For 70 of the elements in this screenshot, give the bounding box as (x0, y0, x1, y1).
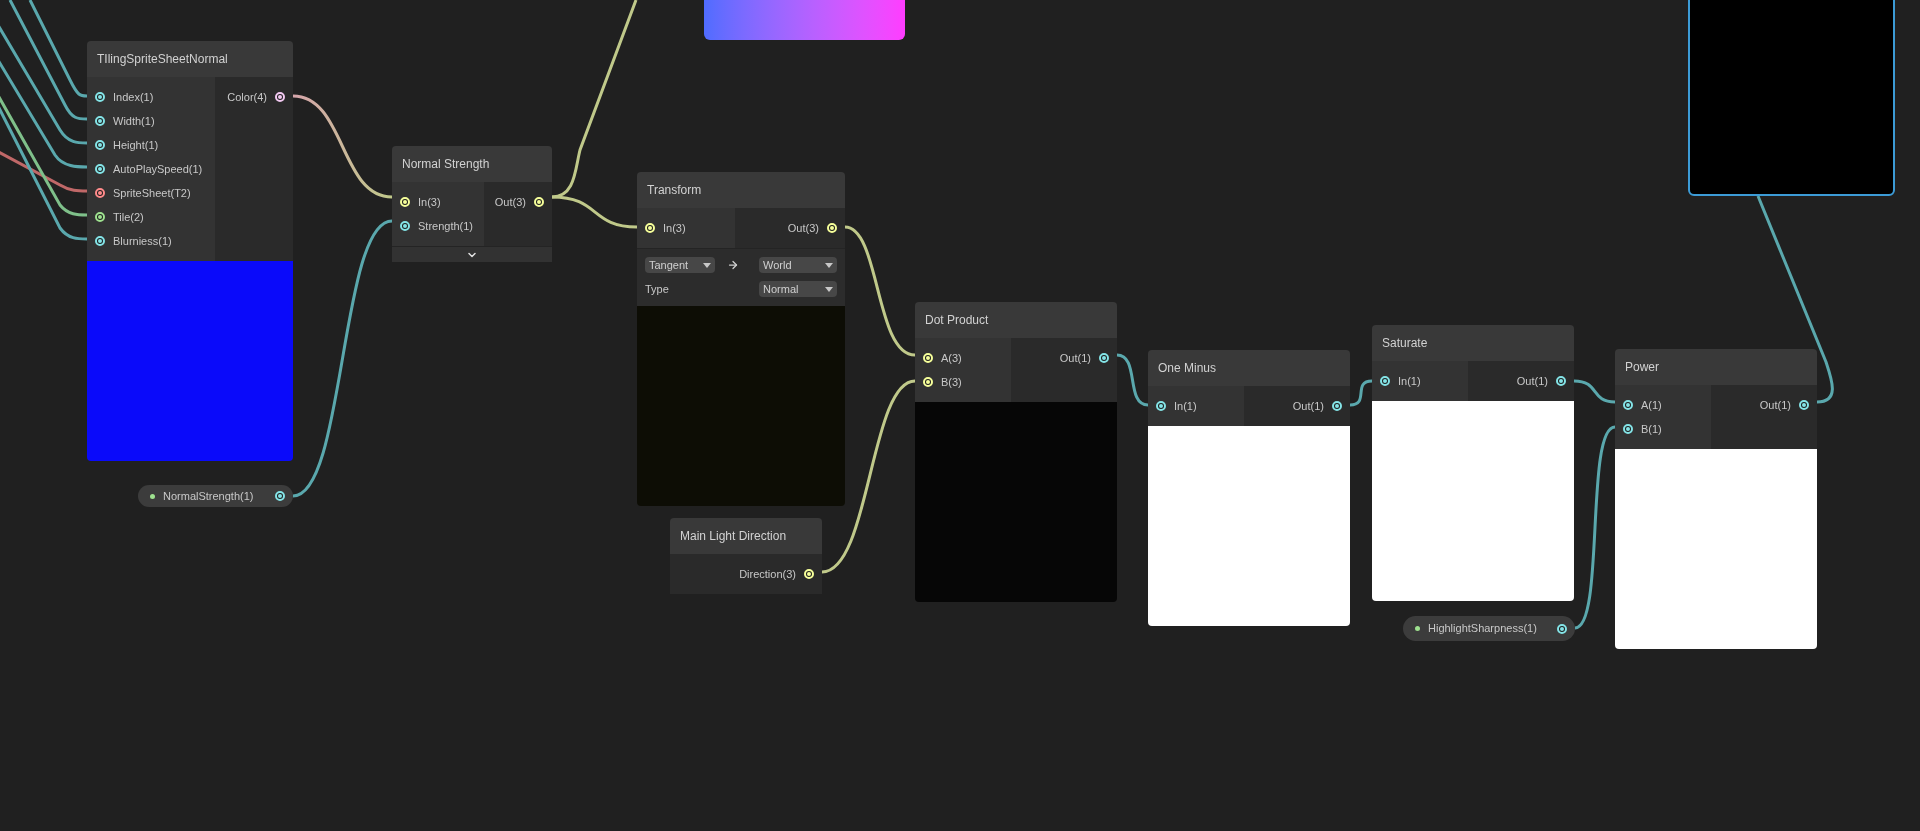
port-icon[interactable] (1556, 376, 1566, 386)
exposed-indicator-icon (1415, 626, 1420, 631)
port-label: Index(1) (113, 89, 154, 105)
field-label: Type (645, 282, 669, 297)
port-icon[interactable] (1623, 424, 1633, 434)
port-label: Out(3) (494, 194, 526, 210)
node-header[interactable]: Main Light Direction (670, 518, 822, 554)
property-node[interactable]: HighlightSharpness(1) (1403, 616, 1575, 641)
port-label: Width(1) (113, 113, 155, 129)
port-icon[interactable] (1099, 353, 1109, 363)
connection-wire (1573, 379, 1616, 404)
expand-toggle[interactable] (392, 246, 552, 262)
node-header[interactable]: Transform (637, 172, 845, 208)
port-icon[interactable] (1623, 400, 1633, 410)
connection-wire (1116, 353, 1149, 407)
node-header[interactable]: TIlingSpriteSheetNormal (87, 41, 293, 77)
port-label: In(3) (663, 220, 686, 236)
port-label: Out(3) (787, 220, 819, 236)
caret-icon (825, 286, 833, 292)
node-header[interactable]: Power (1615, 349, 1817, 385)
port-label: AutoPlaySpeed(1) (113, 161, 203, 177)
node-header[interactable]: Saturate (1372, 325, 1574, 361)
texture-preview[interactable] (1688, 0, 1895, 196)
port-label: B(1) (1641, 421, 1662, 437)
exposed-indicator-icon (150, 493, 155, 499)
arrow-right-icon (727, 259, 739, 271)
port-label: Out(1) (1759, 397, 1791, 413)
port-icon[interactable] (95, 140, 105, 150)
port-label: Tile(2) (113, 209, 144, 225)
port-icon[interactable] (1799, 400, 1809, 410)
property-label: HighlightSharpness(1) (1428, 621, 1537, 637)
port-icon[interactable] (1380, 376, 1390, 386)
node-header[interactable]: Normal Strength (392, 146, 552, 182)
port-label: B(3) (941, 374, 962, 390)
port-label: Blurniess(1) (113, 233, 172, 249)
node-header[interactable]: Dot Product (915, 302, 1117, 338)
port-label: SpriteSheet(T2) (113, 185, 191, 201)
port-icon[interactable] (400, 221, 410, 231)
port-label: In(1) (1398, 373, 1421, 389)
port-label: Out(1) (1292, 398, 1324, 414)
port-icon[interactable] (95, 236, 105, 246)
port-icon[interactable] (1156, 401, 1166, 411)
port-label: Color(4) (227, 89, 267, 105)
port-icon[interactable] (95, 188, 105, 198)
port-label: In(3) (418, 194, 441, 210)
node-header[interactable]: One Minus (1148, 350, 1350, 386)
port-label: Strength(1) (418, 218, 474, 234)
port-label: In(1) (1174, 398, 1197, 414)
port-icon[interactable] (275, 491, 285, 501)
port-icon[interactable] (275, 92, 285, 102)
caret-icon (825, 262, 833, 268)
property-label: NormalStrength(1) (163, 488, 254, 504)
dropdown[interactable]: World (759, 257, 837, 273)
port-icon[interactable] (95, 92, 105, 102)
caret-icon (703, 262, 711, 268)
port-icon[interactable] (95, 116, 105, 126)
dropdown[interactable]: Tangent (645, 257, 715, 273)
dropdown[interactable]: Normal (759, 281, 837, 298)
port-label: Out(1) (1059, 350, 1091, 366)
property-node[interactable]: NormalStrength(1) (138, 485, 293, 507)
port-label: A(1) (1641, 397, 1662, 413)
port-icon[interactable] (1557, 623, 1567, 634)
port-label: Out(1) (1516, 373, 1548, 389)
port-label: A(3) (941, 350, 962, 366)
port-icon[interactable] (1332, 401, 1342, 411)
port-label: Height(1) (113, 137, 159, 153)
port-label: Direction(3) (739, 566, 796, 582)
port-icon[interactable] (95, 164, 105, 174)
port-icon[interactable] (95, 212, 105, 222)
connection-wire (1349, 379, 1373, 407)
